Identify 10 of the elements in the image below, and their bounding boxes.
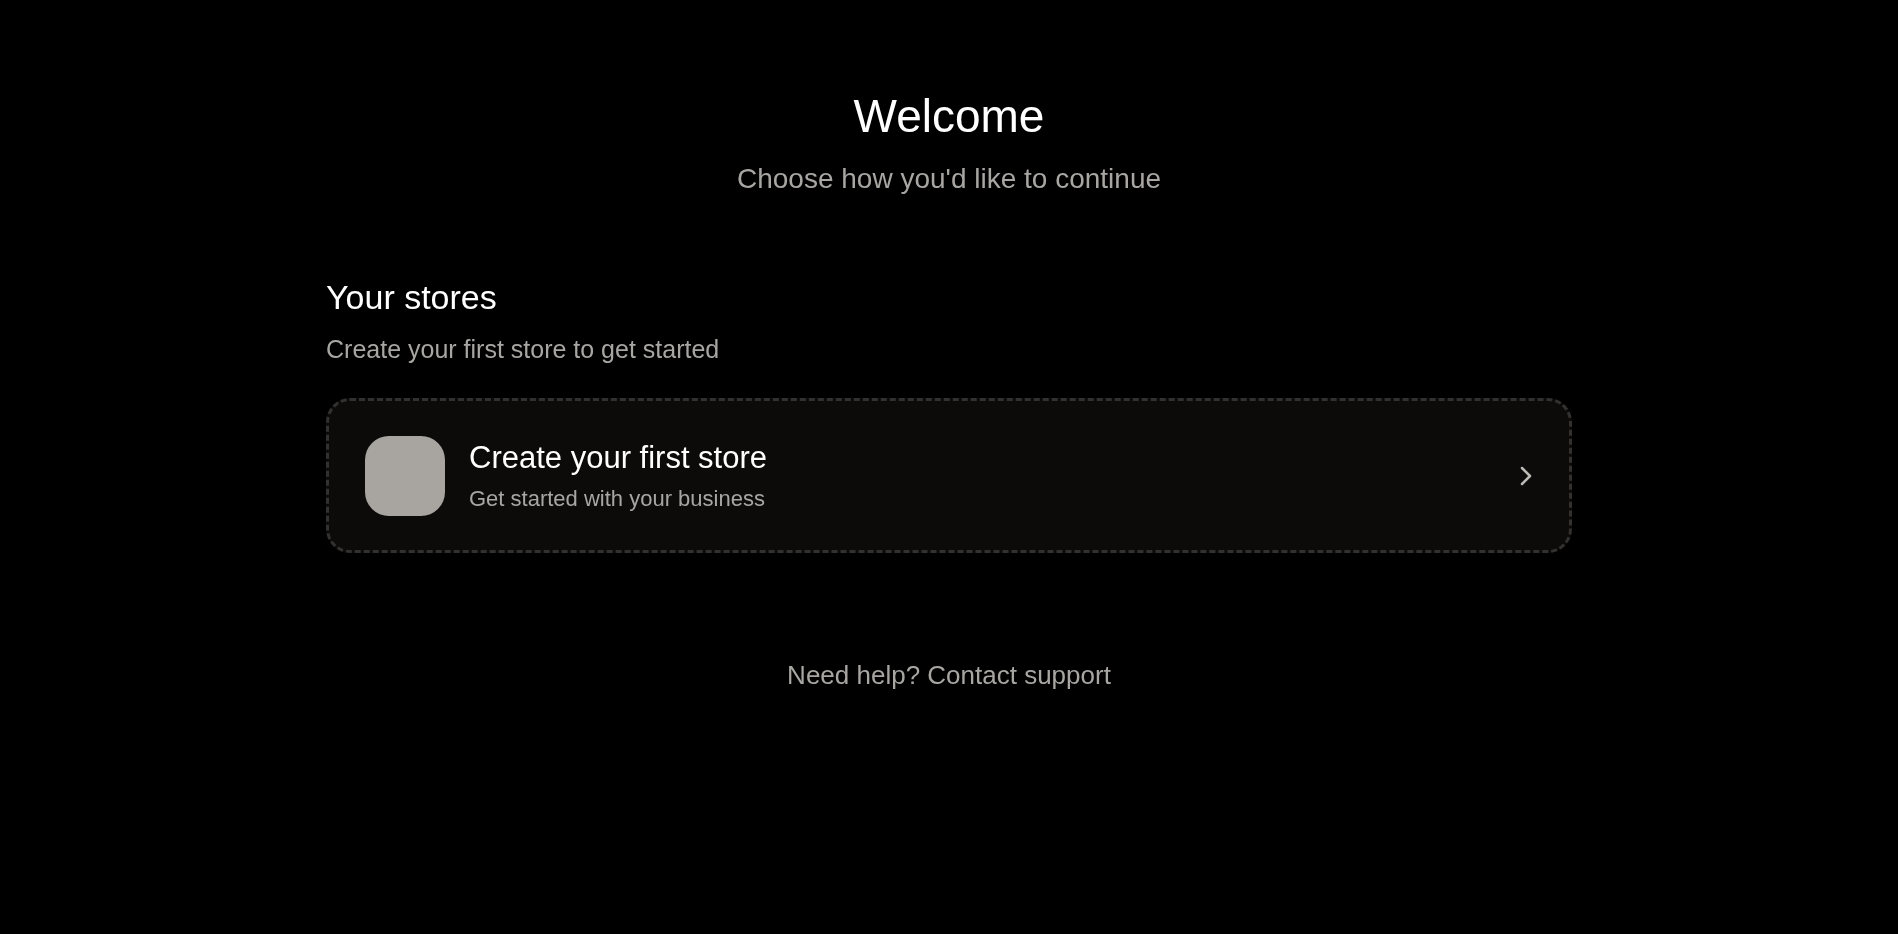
chevron-right-icon xyxy=(1519,464,1533,487)
contact-support-link[interactable]: Need help? Contact support xyxy=(787,659,1111,691)
store-placeholder-icon xyxy=(365,435,445,516)
section-subtitle: Create your first store to get started xyxy=(326,334,721,364)
welcome-subtitle: Choose how you'd like to continue xyxy=(736,162,1162,196)
section-title: Your stores xyxy=(326,277,498,318)
card-title: Create your first store xyxy=(469,439,769,476)
card-subtitle: Get started with your business xyxy=(469,485,766,512)
welcome-title: Welcome xyxy=(853,89,1045,144)
create-store-card[interactable]: Create your first store Get started with your business xyxy=(326,398,1572,553)
